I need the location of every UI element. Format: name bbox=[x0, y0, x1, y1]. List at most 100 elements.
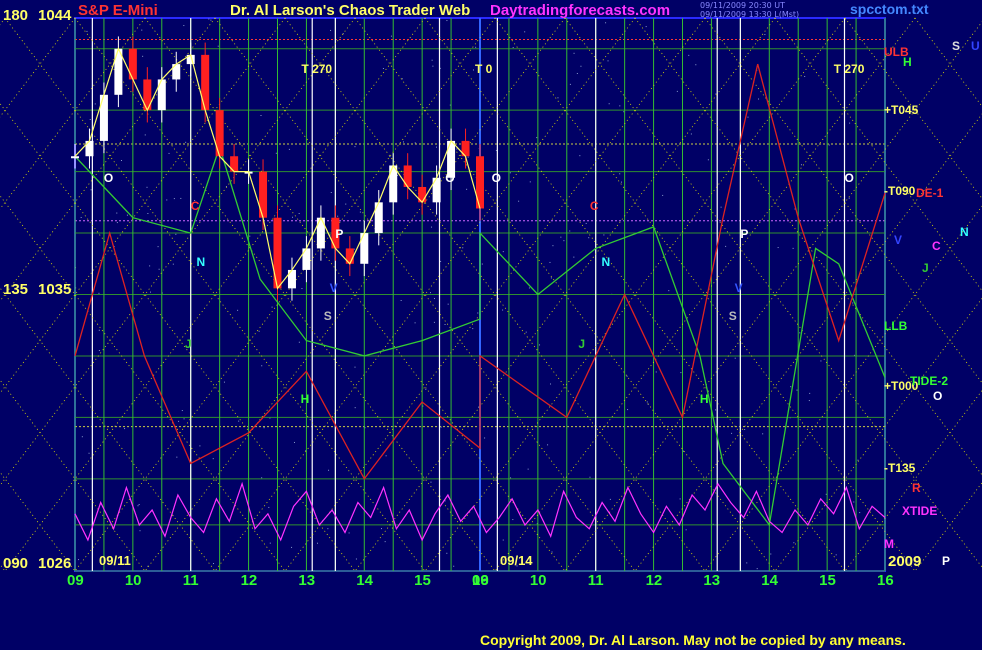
star-dot bbox=[685, 529, 687, 531]
star-dot bbox=[217, 45, 219, 47]
star-dot bbox=[98, 292, 100, 294]
planet-label: C bbox=[191, 199, 200, 213]
label-xtide: XTIDE bbox=[902, 504, 937, 518]
star-dot bbox=[223, 381, 225, 383]
star-dot bbox=[137, 505, 139, 507]
star-dot bbox=[355, 558, 357, 560]
star-dot bbox=[238, 420, 240, 422]
planet-j-right: J bbox=[922, 261, 929, 275]
star-dot bbox=[848, 197, 850, 199]
planet-label: N bbox=[197, 255, 206, 269]
star-dot bbox=[777, 247, 779, 249]
label-tide2: TIDE-2 bbox=[910, 374, 948, 388]
star-dot bbox=[573, 52, 575, 54]
star-dot bbox=[116, 212, 118, 214]
label-t135: -T135 bbox=[884, 461, 916, 475]
star-dot bbox=[212, 458, 214, 460]
star-dot bbox=[81, 436, 83, 438]
star-dot bbox=[680, 372, 682, 374]
star-dot bbox=[762, 433, 764, 435]
star-dot bbox=[756, 568, 758, 570]
planet-h-right: H bbox=[903, 55, 912, 69]
star-dot bbox=[292, 216, 294, 218]
hour-tick-label: 13 bbox=[298, 572, 315, 589]
star-dot bbox=[328, 469, 330, 471]
star-dot bbox=[524, 31, 526, 33]
star-dot bbox=[695, 64, 697, 66]
planet-label: N bbox=[602, 255, 611, 269]
planet-label: H bbox=[700, 392, 709, 406]
star-dot bbox=[120, 159, 122, 161]
star-dot bbox=[580, 65, 582, 67]
star-dot bbox=[431, 59, 433, 61]
star-dot bbox=[166, 199, 168, 201]
star-dot bbox=[453, 565, 455, 567]
star-dot bbox=[588, 237, 590, 239]
star-dot bbox=[446, 20, 448, 22]
star-dot bbox=[172, 263, 174, 265]
star-dot bbox=[316, 542, 318, 544]
star-dot bbox=[472, 69, 474, 71]
label-m-right: M bbox=[884, 537, 894, 551]
star-dot bbox=[86, 30, 88, 32]
star-dot bbox=[348, 532, 350, 534]
star-dot bbox=[502, 251, 504, 253]
star-dot bbox=[627, 409, 629, 411]
star-dot bbox=[619, 173, 621, 175]
star-dot bbox=[139, 530, 141, 532]
star-dot bbox=[828, 144, 830, 146]
star-dot bbox=[185, 141, 187, 143]
label-t090: -T090 bbox=[884, 184, 916, 198]
star-dot bbox=[589, 476, 591, 478]
hour-tick-label: 11 bbox=[183, 572, 199, 589]
star-dot bbox=[124, 428, 126, 430]
star-dot bbox=[676, 90, 678, 92]
star-dot bbox=[271, 306, 273, 308]
star-dot bbox=[609, 498, 611, 500]
year-label: 2009 bbox=[888, 553, 921, 570]
star-dot bbox=[293, 441, 295, 443]
star-dot bbox=[790, 386, 792, 388]
star-dot bbox=[603, 234, 605, 236]
t-marker-label: T 270 bbox=[301, 62, 332, 76]
star-dot bbox=[576, 72, 578, 74]
star-dot bbox=[758, 98, 760, 100]
star-dot bbox=[400, 300, 402, 302]
star-dot bbox=[78, 559, 80, 561]
star-dot bbox=[298, 341, 300, 343]
star-dot bbox=[298, 213, 300, 215]
price-candle bbox=[71, 156, 79, 159]
date-label-1: 09/11 bbox=[99, 553, 131, 568]
filename-label: spcctom.txt bbox=[850, 1, 929, 17]
label-llb: LLB bbox=[884, 319, 908, 333]
star-dot bbox=[138, 504, 140, 506]
star-dot bbox=[527, 468, 529, 470]
star-dot bbox=[796, 389, 798, 391]
timestamp-line1: 09/11/2009 20:30 UT bbox=[700, 1, 785, 10]
star-dot bbox=[381, 528, 382, 530]
star-dot bbox=[715, 409, 717, 411]
star-dot bbox=[579, 155, 581, 157]
star-dot bbox=[550, 383, 552, 385]
star-dot bbox=[853, 501, 855, 503]
star-dot bbox=[354, 407, 356, 409]
star-dot bbox=[337, 215, 339, 217]
star-dot bbox=[655, 371, 657, 373]
star-dot bbox=[157, 246, 159, 248]
planet-label: O bbox=[104, 171, 113, 185]
star-dot bbox=[98, 350, 100, 352]
star-dot bbox=[354, 146, 356, 148]
star-dot bbox=[288, 148, 290, 150]
star-dot bbox=[429, 292, 431, 294]
price-candle bbox=[273, 217, 282, 289]
label-t045: +T045 bbox=[884, 103, 919, 117]
star-dot bbox=[330, 29, 332, 31]
star-dot bbox=[466, 188, 468, 190]
planet-label: O bbox=[492, 171, 501, 185]
hour-tick-label: 10 bbox=[530, 572, 547, 589]
star-dot bbox=[301, 288, 303, 290]
star-dot bbox=[432, 65, 434, 67]
star-dot bbox=[820, 360, 822, 362]
planet-label: V bbox=[735, 281, 743, 295]
left-angle-top: 180 bbox=[3, 7, 28, 24]
